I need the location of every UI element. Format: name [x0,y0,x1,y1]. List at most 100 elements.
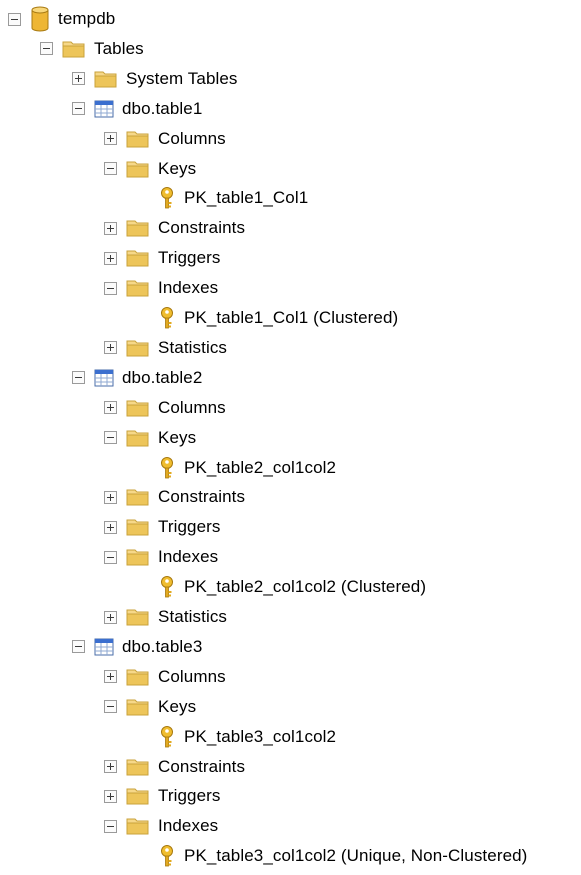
tree-node[interactable]: Keys [104,154,196,184]
tree-node[interactable]: PK_table3_col1col2 [136,722,336,752]
tree-node-label: Keys [158,696,197,716]
tree-node[interactable]: dbo.table2 [72,363,202,393]
tree-node-label: Indexes [158,816,219,836]
tree-node-label: PK_table1_Col1 (Clustered) [184,308,399,327]
tree-node[interactable]: Triggers [104,243,221,273]
tree-node[interactable]: Indexes [104,811,218,841]
tree-node-label: Keys [158,427,197,447]
folder-icon [126,547,150,567]
folder-icon [126,816,150,836]
collapse-toggle[interactable] [104,550,117,564]
folder-icon [126,786,150,806]
tree-node-label: Indexes [158,547,219,567]
tree-node-label: Keys [158,158,197,178]
tree-node[interactable]: Columns [104,124,226,154]
tree-node[interactable]: dbo.table3 [72,632,202,662]
key-icon [158,575,176,599]
tree-node-label: dbo.table2 [122,367,203,387]
tree-node-label: Constraints [158,487,246,507]
tree-node[interactable]: Triggers [104,512,221,542]
folder-icon [126,278,150,298]
collapse-toggle[interactable] [72,371,85,385]
folder-icon [126,159,150,179]
tree-node[interactable]: Constraints [104,213,245,243]
expand-toggle[interactable] [104,401,117,415]
expand-toggle[interactable] [104,221,117,235]
collapse-toggle[interactable] [104,431,117,445]
key-icon [158,306,176,330]
collapse-toggle[interactable] [72,640,85,654]
tree-node-label: Triggers [158,248,221,268]
expand-toggle[interactable] [104,520,117,534]
expand-toggle[interactable] [104,251,117,265]
toggle-spacer [136,312,149,325]
tree-node-label: Triggers [158,786,221,806]
tree-node-label: tempdb [58,9,116,28]
expand-toggle[interactable] [104,341,117,355]
tree-node[interactable]: Constraints [104,752,245,782]
tree-node[interactable]: Columns [104,393,226,423]
tree-node-label: PK_table2_col1col2 [184,457,337,477]
folder-icon [62,39,86,59]
tree-node[interactable]: tempdb [8,4,115,34]
folder-icon [126,428,150,448]
tree-node[interactable]: Keys [104,423,196,453]
collapse-toggle[interactable] [104,819,117,833]
tree-node[interactable]: PK_table1_Col1 (Clustered) [136,303,398,333]
tree-node[interactable]: Triggers [104,781,221,811]
tree-node-label: PK_table2_col1col2 (Clustered) [184,577,427,597]
tree-node[interactable]: Indexes [104,542,218,572]
folder-icon [126,697,150,717]
collapse-toggle[interactable] [72,102,85,116]
tree-node-label: PK_table3_col1col2 [184,726,337,746]
expand-toggle[interactable] [104,789,117,803]
table-icon [94,638,114,656]
folder-icon [126,398,150,418]
tree-node-label: dbo.table1 [122,98,203,118]
tree-node-label: Indexes [158,278,219,298]
tree-node[interactable]: Tables [40,34,144,64]
toggle-spacer [136,850,149,863]
tree-node[interactable]: PK_table2_col1col2 (Clustered) [136,572,426,602]
collapse-toggle[interactable] [8,12,21,26]
tree-node-label: PK_table3_col1col2 (Unique, Non-Clustere… [184,846,528,866]
folder-icon [126,338,150,358]
tree-node-label: Columns [158,666,226,686]
tree-node[interactable]: dbo.table1 [72,94,202,124]
expand-toggle[interactable] [104,490,117,504]
collapse-toggle[interactable] [104,162,117,175]
folder-icon [94,69,118,89]
collapse-toggle[interactable] [40,42,53,56]
tree-node[interactable]: Statistics [104,602,227,632]
tree-node-label: Statistics [158,607,228,626]
toggle-spacer [136,730,149,743]
folder-icon [126,248,150,268]
tree-node[interactable]: System Tables [72,64,238,94]
tree-node-label: Constraints [158,218,246,238]
tree-node-label: Columns [158,128,226,148]
collapse-toggle[interactable] [104,700,117,714]
object-explorer-tree: tempdb Tables System Tables dbo.table1 C… [0,0,581,875]
tree-node[interactable]: Constraints [104,482,245,512]
tree-node-label: PK_table1_Col1 [184,188,309,208]
toggle-spacer [136,461,149,474]
expand-toggle[interactable] [104,132,117,146]
table-icon [94,100,114,118]
tree-node[interactable]: Statistics [104,333,227,363]
expand-toggle[interactable] [104,760,117,773]
tree-node[interactable]: Keys [104,692,196,722]
folder-icon [126,667,150,687]
folder-icon [126,607,150,627]
expand-toggle[interactable] [104,610,117,624]
tree-node[interactable]: PK_table2_col1col2 [136,453,336,483]
tree-node[interactable]: Indexes [104,273,218,303]
table-icon [94,369,114,387]
expand-toggle[interactable] [104,670,117,684]
tree-node-label: Tables [94,38,144,58]
tree-node[interactable]: PK_table3_col1col2 (Unique, Non-Clustere… [136,841,527,871]
tree-node[interactable]: Columns [104,662,226,692]
database-icon [30,6,50,32]
tree-node[interactable]: PK_table1_Col1 [136,183,308,213]
expand-toggle[interactable] [72,72,85,86]
collapse-toggle[interactable] [104,281,117,295]
